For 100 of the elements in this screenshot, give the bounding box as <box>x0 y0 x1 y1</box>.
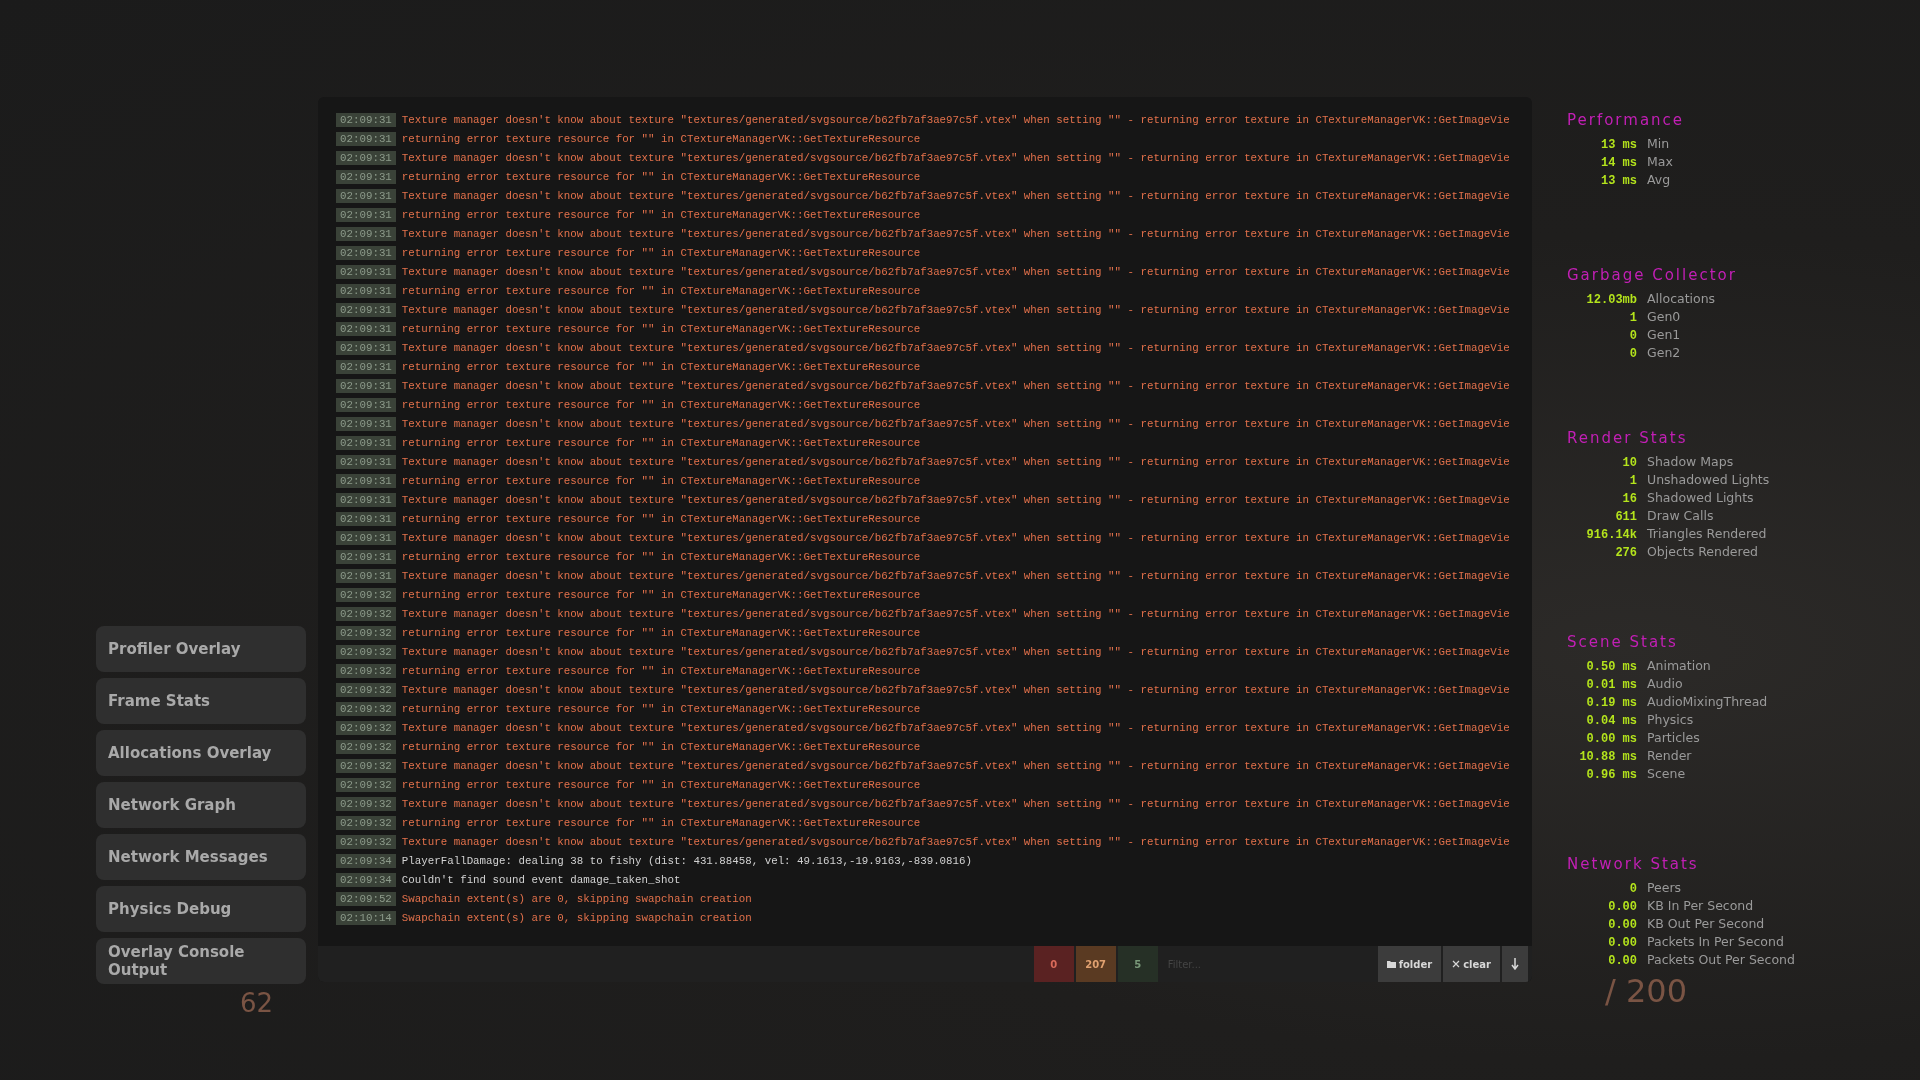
log-timestamp: 02:09:31 <box>336 417 396 431</box>
log-timestamp: 02:09:31 <box>336 189 396 203</box>
log-timestamp: 02:09:32 <box>336 740 396 754</box>
log-message: Texture manager doesn't know about texture "textures/generated/svgsource/b62fb7af3ae97c5f.vtex" when setting "" - returning error texture in CTextureManagerVK::GetImageVie <box>401 418 1510 430</box>
log-message: Texture manager doesn't know about texture "textures/generated/svgsource/b62fb7af3ae97c5f.vtex" when setting "" - returning error texture in CTextureManagerVK::GetImageVie <box>401 266 1510 278</box>
log-timestamp: 02:09:31 <box>336 360 396 374</box>
count-badge[interactable]: 5 <box>1117 946 1158 982</box>
log-timestamp: 02:09:31 <box>336 569 396 583</box>
stat-label: Max <box>1647 155 1673 169</box>
stat-label: Peers <box>1647 881 1682 895</box>
stat-label: Animation <box>1647 659 1711 673</box>
log-timestamp: 02:09:31 <box>336 512 396 526</box>
log-timestamp: 02:09:32 <box>336 664 396 678</box>
folder-icon <box>1386 960 1396 968</box>
log-timestamp: 02:09:31 <box>336 531 396 545</box>
log-message: returning error texture resource for "" in CTextureManagerVK::GetTextureResource <box>401 665 921 677</box>
log-timestamp: 02:09:31 <box>336 322 396 336</box>
folder-button[interactable]: folder <box>1377 946 1442 982</box>
stat-label: Shadow Maps <box>1647 455 1734 469</box>
close-icon <box>1452 960 1461 968</box>
log-message: Couldn't find sound event damage_taken_shot <box>401 874 681 886</box>
log-timestamp: 02:09:31 <box>336 474 396 488</box>
stat-label: Packets Out Per Second <box>1647 953 1795 967</box>
log-timestamp: 02:09:31 <box>336 303 396 317</box>
log-message: PlayerFallDamage: dealing 38 to fishy (dist: 431.88458, vel: 49.1613,-19.9163,-839.0816) <box>401 855 972 867</box>
stat-label: Gen2 <box>1647 346 1681 360</box>
log-timestamp: 02:09:31 <box>336 265 396 279</box>
log-message: returning error texture resource for "" in CTextureManagerVK::GetTextureResource <box>401 361 921 373</box>
hud-number: / 200 <box>1605 975 1688 1007</box>
log-message: returning error texture resource for "" in CTextureManagerVK::GetTextureResource <box>401 247 921 259</box>
log-message: Swapchain extent(s) are 0, skipping swapchain creation <box>401 893 752 905</box>
stat-value: 0.00 ms <box>1586 732 1637 746</box>
stat-label: Particles <box>1647 731 1700 745</box>
log-message: Texture manager doesn't know about texture "textures/generated/svgsource/b62fb7af3ae97c5f.vtex" when setting "" - returning error texture in CTextureManagerVK::GetImageVie <box>401 228 1510 240</box>
log-message: Swapchain extent(s) are 0, skipping swapchain creation <box>401 912 752 924</box>
log-timestamp: 02:09:32 <box>336 816 396 830</box>
section-title: Render Stats <box>1567 429 1689 447</box>
count-badge[interactable]: 0 <box>1033 946 1074 982</box>
log-message: Texture manager doesn't know about texture "textures/generated/svgsource/b62fb7af3ae97c5f.vtex" when setting "" - returning error texture in CTextureManagerVK::GetImageVie <box>401 152 1510 164</box>
log-timestamp: 02:09:32 <box>336 607 396 621</box>
log-timestamp: 02:10:14 <box>336 911 396 925</box>
log-message: returning error texture resource for "" in CTextureManagerVK::GetTextureResource <box>401 209 921 221</box>
stat-value: 611 <box>1615 510 1637 524</box>
menu-button[interactable]: Frame Stats <box>96 678 306 724</box>
stat-label: Gen1 <box>1647 328 1681 342</box>
log-message: Texture manager doesn't know about texture "textures/generated/svgsource/b62fb7af3ae97c5f.vtex" when setting "" - returning error texture in CTextureManagerVK::GetImageVie <box>401 722 1510 734</box>
stat-value: 10.88 ms <box>1579 750 1637 764</box>
log-timestamp: 02:09:31 <box>336 550 396 564</box>
log-message: returning error texture resource for "" in CTextureManagerVK::GetTextureResource <box>401 779 921 791</box>
menu-button[interactable]: Allocations Overlay <box>96 730 306 776</box>
menu-button[interactable]: Physics Debug <box>96 886 306 932</box>
stat-value: 0.96 ms <box>1586 768 1637 782</box>
stat-value: 0.00 <box>1608 900 1637 914</box>
stat-label: Objects Rendered <box>1647 545 1759 559</box>
log-message: returning error texture resource for "" in CTextureManagerVK::GetTextureResource <box>401 285 921 297</box>
menu-button[interactable]: Network Messages <box>96 834 306 880</box>
stat-label: Avg <box>1647 173 1671 187</box>
menu-button[interactable]: Profiler Overlay <box>96 626 306 672</box>
log-message: returning error texture resource for "" in CTextureManagerVK::GetTextureResource <box>401 817 921 829</box>
log-timestamp: 02:09:31 <box>336 398 396 412</box>
stat-value: 0.00 <box>1608 918 1637 932</box>
log-timestamp: 02:09:31 <box>336 455 396 469</box>
log-message: returning error texture resource for "" in CTextureManagerVK::GetTextureResource <box>401 551 921 563</box>
stat-label: Packets In Per Second <box>1647 935 1784 949</box>
stat-label: Gen0 <box>1647 310 1681 324</box>
log-timestamp: 02:09:31 <box>336 132 396 146</box>
stat-value: 0.00 <box>1608 954 1637 968</box>
log-timestamp: 02:09:32 <box>336 759 396 773</box>
log-timestamp: 02:09:32 <box>336 721 396 735</box>
clear-button[interactable]: clear <box>1443 946 1500 982</box>
log-message: returning error texture resource for "" in CTextureManagerVK::GetTextureResource <box>401 703 921 715</box>
log-message: Texture manager doesn't know about texture "textures/generated/svgsource/b62fb7af3ae97c5f.vtex" when setting "" - returning error texture in CTextureManagerVK::GetImageVie <box>401 342 1510 354</box>
log-timestamp: 02:09:32 <box>336 702 396 716</box>
stat-value: 0.04 ms <box>1586 714 1637 728</box>
log-message: returning error texture resource for "" in CTextureManagerVK::GetTextureResource <box>401 171 921 183</box>
scroll-button[interactable] <box>1502 946 1528 982</box>
stat-value: 0 <box>1629 882 1637 896</box>
stat-value: 0.19 ms <box>1586 696 1637 710</box>
section-title: Performance <box>1567 111 1686 129</box>
count-badge[interactable]: 207 <box>1075 946 1116 982</box>
stat-label: Render <box>1647 749 1692 763</box>
log-timestamp: 02:09:31 <box>336 436 396 450</box>
section-title: Scene Stats <box>1567 633 1679 651</box>
log-timestamp: 02:09:31 <box>336 151 396 165</box>
log-message: returning error texture resource for "" in CTextureManagerVK::GetTextureResource <box>401 133 921 145</box>
log-timestamp: 02:09:34 <box>336 873 396 887</box>
stat-value: 14 ms <box>1601 156 1637 170</box>
menu-button[interactable]: Overlay Console Output <box>96 938 306 984</box>
log-message: Texture manager doesn't know about texture "textures/generated/svgsource/b62fb7af3ae97c5f.vtex" when setting "" - returning error texture in CTextureManagerVK::GetImageVie <box>401 646 1510 658</box>
log-message: Texture manager doesn't know about texture "textures/generated/svgsource/b62fb7af3ae97c5f.vtex" when setting "" - returning error texture in CTextureManagerVK::GetImageVie <box>401 798 1510 810</box>
stat-value: 0.00 <box>1608 936 1637 950</box>
hud-number: 62 <box>240 990 274 1016</box>
stat-value: 13 ms <box>1601 138 1637 152</box>
menu-button[interactable]: Network Graph <box>96 782 306 828</box>
log-timestamp: 02:09:31 <box>336 246 396 260</box>
log-message: returning error texture resource for "" in CTextureManagerVK::GetTextureResource <box>401 399 921 411</box>
stat-label: Scene <box>1647 767 1686 781</box>
log-timestamp: 02:09:34 <box>336 854 396 868</box>
log-message: returning error texture resource for "" in CTextureManagerVK::GetTextureResource <box>401 323 921 335</box>
log-timestamp: 02:09:31 <box>336 208 396 222</box>
